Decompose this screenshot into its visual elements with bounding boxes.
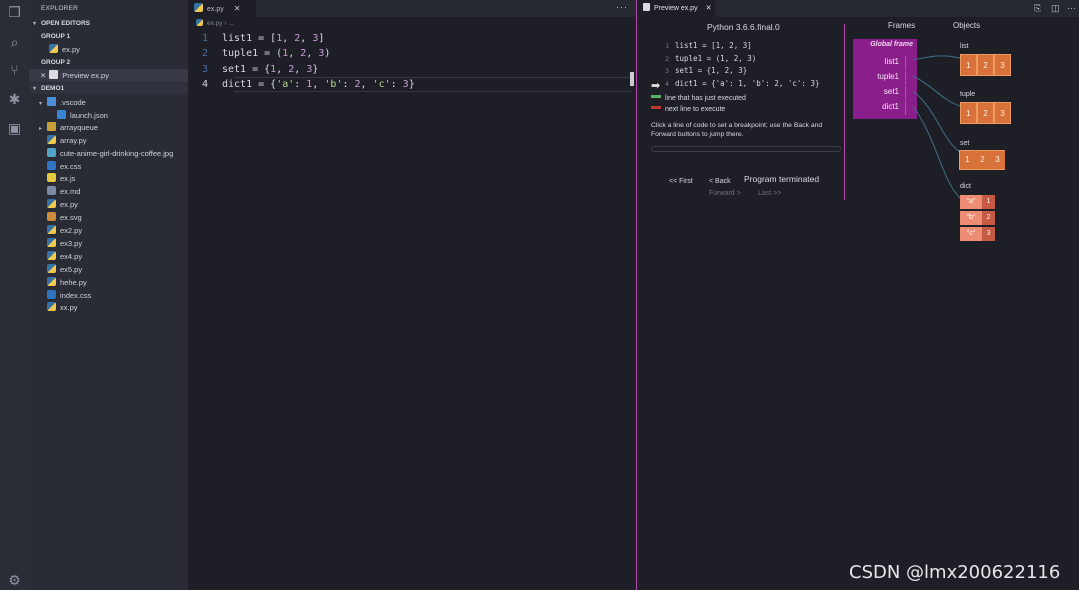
tuple-cell: 1 — [960, 102, 977, 124]
folder-icon — [47, 122, 56, 131]
tree-item[interactable]: ex.md — [29, 185, 188, 198]
python-file-icon — [47, 135, 56, 144]
group1-header[interactable]: GROUP 1 — [29, 31, 188, 42]
tree-item[interactable]: array.py — [29, 134, 188, 147]
editor-tabbar: ex.py ✕ ··· — [188, 0, 636, 17]
preview-file-icon — [49, 70, 59, 79]
line-number: 1 — [201, 33, 208, 44]
breadcrumb[interactable]: ex.py › ... — [196, 19, 234, 27]
gear-icon[interactable]: ⚙ — [7, 573, 22, 588]
text-cursor — [630, 72, 634, 86]
more-actions-icon[interactable]: ··· — [616, 2, 628, 12]
python-file-icon — [47, 277, 56, 286]
dict-key: "c" — [960, 227, 982, 241]
extensions-icon[interactable]: ▣ — [7, 121, 22, 136]
set-label: set — [960, 140, 970, 147]
tuple-cell: 2 — [977, 102, 994, 124]
python-file-icon — [47, 238, 56, 247]
list-label: list — [960, 43, 969, 50]
tree-item[interactable]: ex4.py — [29, 250, 188, 263]
close-icon[interactable]: ✕ — [234, 4, 241, 13]
js-file-icon — [47, 173, 56, 182]
python-file-icon — [49, 44, 58, 53]
tree-item[interactable]: ex2.py — [29, 224, 188, 237]
watermark: CSDN @lmx200622116 — [849, 562, 1061, 583]
reference-arrows — [912, 55, 961, 199]
list-cell: 1 — [960, 54, 977, 76]
list-cell: 3 — [994, 54, 1011, 76]
tree-item[interactable]: ▾ .vscode — [29, 96, 188, 109]
tree-item[interactable]: cute-anime-girl-drinking-coffee.jpg — [29, 147, 188, 160]
search-icon[interactable]: ⌕ — [7, 35, 22, 50]
code-editor: ex.py ✕ ··· ex.py › ... 1 list1 = [1, 2, 3… — [188, 0, 636, 590]
tuple-cell: 3 — [994, 102, 1011, 124]
debug-icon[interactable]: ✱ — [7, 92, 22, 107]
vscode-json-icon — [57, 110, 66, 119]
tree-item[interactable]: xx.py — [29, 301, 188, 314]
list-cell: 2 — [977, 54, 994, 76]
tree-item[interactable]: ex.svg — [29, 211, 188, 224]
markdown-file-icon — [47, 186, 56, 195]
open-editors-header[interactable]: ▾ OPEN EDITORS — [29, 18, 188, 29]
line-number: 3 — [201, 64, 208, 75]
python-file-icon — [196, 19, 203, 26]
dict-key: "a" — [960, 195, 982, 209]
dict-key: "b" — [960, 211, 982, 225]
line-number: 4 — [201, 79, 208, 90]
vscode-window: ❐ ⌕ ⑂ ✱ ▣ ⚙ EXPLORER ▾ OPEN EDITORS GROUP… — [0, 0, 1079, 590]
code-line[interactable]: 4 dict1 = {'a': 1, 'b': 2, 'c': 3} — [188, 77, 415, 92]
css-file-icon — [47, 290, 56, 299]
explorer-sidebar: EXPLORER ▾ OPEN EDITORS GROUP 1 ex.py GRO… — [29, 0, 188, 590]
image-file-icon — [47, 148, 56, 157]
source-control-icon[interactable]: ⑂ — [7, 63, 22, 78]
python-file-icon — [47, 302, 56, 311]
code-line[interactable]: 2 tuple1 = (1, 2, 3) — [188, 46, 330, 61]
close-icon[interactable]: ✕ — [40, 71, 46, 80]
tab-ex-py[interactable]: ex.py ✕ — [188, 0, 256, 17]
svg-file-icon — [47, 212, 56, 221]
tree-item[interactable]: hehe.py — [29, 276, 188, 289]
tuple-label: tuple — [960, 91, 976, 98]
dict-value: 2 — [982, 211, 995, 225]
set-cell: 2 — [975, 151, 990, 169]
python-file-icon — [47, 225, 56, 234]
pointer-arrow — [912, 90, 961, 153]
python-file-icon — [47, 264, 56, 273]
chevron-down-icon: ▾ — [33, 21, 37, 27]
chevron-down-icon: ▾ — [33, 86, 37, 92]
tree-item[interactable]: ex5.py — [29, 263, 188, 276]
activity-bar: ❐ ⌕ ⑂ ✱ ▣ ⚙ — [0, 0, 29, 590]
set-cell: 1 — [960, 151, 975, 169]
python-file-icon — [47, 251, 56, 260]
pointer-arrow — [912, 55, 961, 61]
folder-icon — [47, 97, 56, 106]
preview-pane: Preview ex.py ✕ ⎘ ◫ ··· Python 3.6.6.fina… — [636, 0, 1079, 590]
code-line[interactable]: 1 list1 = [1, 2, 3] — [188, 31, 324, 46]
css-file-icon — [47, 161, 56, 170]
explorer-title: EXPLORER — [41, 5, 79, 12]
dict-value: 3 — [982, 227, 995, 241]
group2-header[interactable]: GROUP 2 — [29, 57, 188, 68]
dict-label: dict — [960, 183, 971, 190]
open-editor-item[interactable]: ex.py — [29, 43, 188, 56]
tree-item[interactable]: ▸ arrayqueue — [29, 121, 188, 134]
open-editor-item[interactable]: ✕ Preview ex.py — [29, 69, 188, 82]
tree-item[interactable]: ex.py — [29, 198, 188, 211]
line-number: 2 — [201, 48, 208, 59]
python-file-icon — [47, 199, 56, 208]
set-cell: 3 — [990, 151, 1005, 169]
code-line[interactable]: 3 set1 = {1, 2, 3} — [188, 62, 318, 77]
tree-item[interactable]: ex3.py — [29, 237, 188, 250]
workspace-header[interactable]: ▾ DEMO1 — [29, 83, 188, 94]
python-file-icon — [194, 3, 203, 12]
tree-item[interactable]: ex.js — [29, 172, 188, 185]
pointer-arrow — [912, 75, 961, 107]
files-icon[interactable]: ❐ — [7, 5, 22, 20]
dict-value: 1 — [982, 195, 995, 209]
